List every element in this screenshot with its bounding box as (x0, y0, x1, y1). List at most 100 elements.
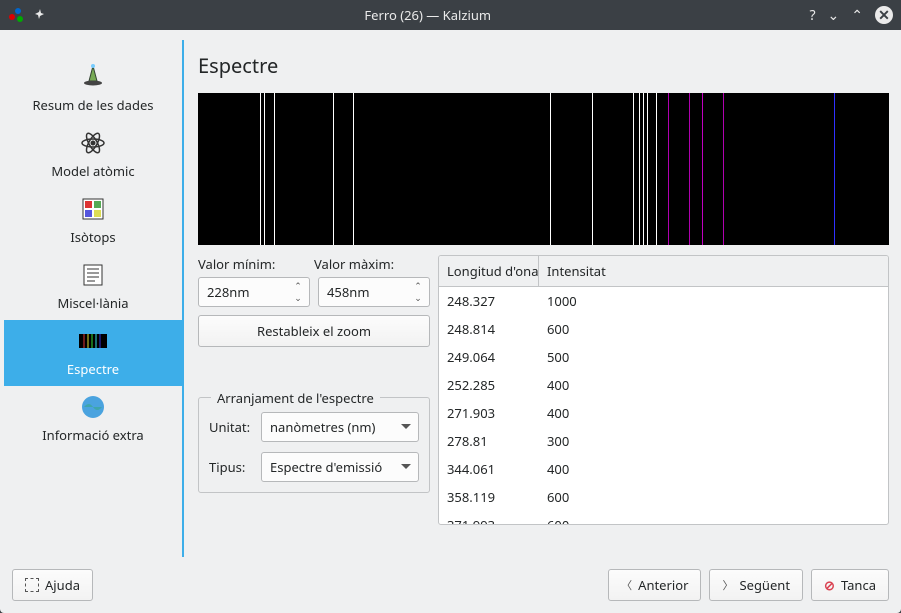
sidebar-icon (78, 194, 108, 224)
col-wavelength[interactable]: Longitud d'ona (439, 256, 539, 286)
cell-wavelength: 358.119 (439, 483, 539, 511)
type-combo[interactable]: Espectre d'emissió (261, 452, 419, 482)
table-row[interactable]: 248.814600 (439, 315, 888, 343)
table-row[interactable]: 249.064500 (439, 343, 888, 371)
window-title: Ferro (26) — Kalzium (46, 6, 809, 24)
spectral-line (834, 93, 835, 245)
cell-wavelength: 271.903 (439, 399, 539, 427)
sidebar-item-label: Miscel·lània (57, 294, 128, 312)
sidebar-item-5[interactable]: Informació extra (4, 386, 182, 452)
spectral-line (656, 93, 657, 245)
spectral-line (689, 93, 690, 245)
titlebar: Ferro (26) — Kalzium ? ⌄ ⌃ ✕ (0, 0, 901, 30)
sidebar-item-label: Isòtops (70, 228, 115, 246)
unit-label: Unitat: (209, 418, 261, 436)
cell-intensity: 400 (539, 371, 888, 399)
spectral-line (264, 93, 265, 245)
spectral-line (702, 93, 703, 245)
table-row[interactable]: 248.3271000 (439, 287, 888, 315)
spectrum-view[interactable] (198, 93, 889, 245)
max-label: Valor màxim: (314, 255, 430, 273)
close-window-icon[interactable]: ✕ (875, 6, 893, 24)
cell-intensity: 600 (539, 315, 888, 343)
spectral-line (274, 93, 275, 245)
spectral-line (723, 93, 724, 245)
chevron-right-icon: 〉 (722, 577, 733, 593)
spin-down-icon[interactable]: ⌄ (292, 293, 304, 303)
cell-intensity: 1000 (539, 287, 888, 315)
sidebar-item-label: Model atòmic (51, 162, 134, 180)
next-button-label: Següent (739, 576, 790, 594)
sidebar-item-2[interactable]: Isòtops (4, 188, 182, 254)
help-titlebar-icon[interactable]: ? (809, 6, 815, 25)
spin-up-icon[interactable]: ⌃ (412, 281, 424, 291)
spectrum-table: Longitud d'ona Intensitat 248.3271000248… (438, 255, 889, 525)
spin-up-icon[interactable]: ⌃ (292, 281, 304, 291)
table-row[interactable]: 371.993600 (439, 511, 888, 524)
next-button[interactable]: 〉 Següent (709, 569, 803, 601)
sidebar-icon (78, 260, 108, 290)
sidebar-icon (78, 128, 108, 158)
min-label: Valor mínim: (198, 255, 314, 273)
spectral-line (592, 93, 593, 245)
sidebar: Resum de les dades Model atòmic Isòtops Mis… (4, 40, 184, 557)
sidebar-icon (78, 62, 108, 92)
cell-intensity: 500 (539, 343, 888, 371)
spectral-line (668, 93, 669, 245)
spectral-line (333, 93, 334, 245)
table-row[interactable]: 252.285400 (439, 371, 888, 399)
cell-wavelength: 248.327 (439, 287, 539, 315)
close-button-label: Tanca (841, 576, 876, 594)
sidebar-item-0[interactable]: Resum de les dades (4, 56, 182, 122)
table-row[interactable]: 278.81300 (439, 427, 888, 455)
close-icon: ⊘ (824, 576, 835, 594)
app-icon (8, 7, 24, 23)
spectral-line (647, 93, 648, 245)
sidebar-item-3[interactable]: Miscel·lània (4, 254, 182, 320)
help-button[interactable]: Ajuda (12, 569, 93, 601)
spectral-line (353, 93, 354, 245)
minimize-icon[interactable]: ⌄ (828, 6, 840, 25)
sidebar-item-1[interactable]: Model atòmic (4, 122, 182, 188)
cell-wavelength: 278.81 (439, 427, 539, 455)
chevron-left-icon: 〈 (621, 577, 632, 593)
spectral-line (260, 93, 261, 245)
sidebar-item-label: Informació extra (42, 426, 143, 444)
help-icon (25, 578, 39, 592)
prev-button-label: Anterior (638, 576, 688, 594)
unit-combo[interactable]: nanòmetres (nm) (261, 412, 419, 442)
spin-down-icon[interactable]: ⌄ (412, 293, 424, 303)
table-body[interactable]: 248.3271000248.814600249.064500252.28540… (439, 287, 888, 524)
cell-intensity: 600 (539, 483, 888, 511)
spectral-line (643, 93, 644, 245)
reset-zoom-button[interactable]: Restableix el zoom (198, 315, 430, 347)
spectral-line (550, 93, 551, 245)
sidebar-item-label: Resum de les dades (32, 96, 153, 114)
prev-button[interactable]: 〈 Anterior (608, 569, 701, 601)
cell-wavelength: 371.993 (439, 511, 539, 524)
cell-intensity: 600 (539, 511, 888, 524)
pin-icon[interactable] (34, 6, 46, 24)
cell-wavelength: 344.061 (439, 455, 539, 483)
groupbox-title: Arranjament de l'espectre (211, 389, 380, 407)
table-row[interactable]: 271.903400 (439, 399, 888, 427)
cell-intensity: 400 (539, 399, 888, 427)
spectral-line (633, 93, 634, 245)
spectrum-settings-group: Arranjament de l'espectre Unitat: nanòme… (198, 397, 430, 493)
sidebar-icon (78, 392, 108, 422)
sidebar-item-label: Espectre (67, 360, 119, 378)
page-title: Espectre (198, 52, 889, 79)
maximize-icon[interactable]: ⌃ (851, 6, 863, 25)
cell-intensity: 300 (539, 427, 888, 455)
sidebar-item-4[interactable]: Espectre (4, 320, 182, 386)
type-label: Tipus: (209, 458, 261, 476)
close-button[interactable]: ⊘ Tanca (811, 569, 889, 601)
table-row[interactable]: 358.119600 (439, 483, 888, 511)
help-button-label: Ajuda (45, 576, 80, 594)
table-row[interactable]: 344.061400 (439, 455, 888, 483)
cell-wavelength: 249.064 (439, 343, 539, 371)
cell-wavelength: 248.814 (439, 315, 539, 343)
spectral-line (639, 93, 640, 245)
cell-wavelength: 252.285 (439, 371, 539, 399)
col-intensity[interactable]: Intensitat (539, 256, 888, 286)
